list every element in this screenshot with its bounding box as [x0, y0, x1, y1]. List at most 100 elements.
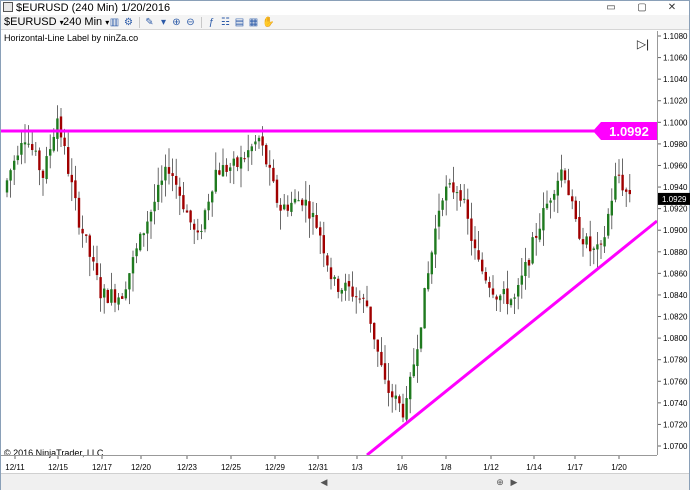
candle-body — [535, 235, 538, 238]
hand-cursor-icon[interactable]: ✋ — [262, 17, 274, 28]
title-bar: $EURUSD (240 Min) 1/20/2016 ▭ ▢ ✕ — [1, 1, 689, 15]
candle-body — [383, 363, 387, 380]
candle-body — [175, 175, 178, 185]
candle-body — [275, 179, 279, 203]
candle-body — [581, 239, 585, 245]
maximize-icon[interactable]: ▢ — [635, 2, 649, 13]
candle-body — [254, 141, 257, 145]
candle-body — [351, 286, 354, 297]
candle-body — [193, 223, 196, 230]
candle-body — [347, 281, 351, 287]
date-tick-label: 1/3 — [351, 463, 363, 472]
candle-body — [70, 174, 73, 183]
scroll-end-icon[interactable]: ▷| — [635, 37, 651, 51]
candle-body — [13, 160, 16, 170]
time-axis[interactable]: 12/11 12/15 12/17 12/20 12/23 12/25 12/29 12/31… — [1, 455, 657, 473]
candle-body — [232, 158, 235, 166]
price-tick-label: 1.0800 — [663, 334, 688, 343]
chart-trader-icon[interactable]: ▦ — [248, 17, 259, 28]
date-tick-label: 12/29 — [265, 463, 286, 472]
candle-body — [99, 277, 102, 299]
candle-body — [448, 183, 451, 185]
instrument-selector[interactable]: $EURUSD ▾ — [4, 16, 64, 29]
properties-icon[interactable]: ⚙ — [123, 17, 134, 28]
app-icon — [3, 2, 13, 12]
drawing-tools-icon[interactable]: ▾ — [158, 17, 169, 28]
data-box-icon[interactable]: ▤ — [234, 17, 245, 28]
pencil-icon[interactable]: ✎ — [144, 17, 155, 28]
candle-body — [27, 143, 30, 145]
candle-body — [283, 204, 286, 210]
candle-body — [459, 190, 462, 201]
candle-body — [236, 157, 239, 167]
chart-plot-area[interactable]: 1.0992 — [1, 31, 657, 455]
candle-body — [5, 180, 9, 193]
candle-body — [416, 349, 419, 367]
price-tick-label: 1.1080 — [663, 32, 688, 41]
candle-body — [596, 244, 599, 250]
candle-body — [329, 267, 333, 280]
candle-body — [272, 167, 275, 182]
candle-body — [77, 197, 81, 228]
price-tick-label: 1.0700 — [663, 442, 688, 451]
tab-list-icon[interactable]: ▶ — [509, 477, 519, 487]
candle-body — [369, 306, 372, 324]
candle-body — [614, 176, 617, 200]
candle-body — [344, 282, 347, 291]
add-tab-icon[interactable]: ⊕ — [495, 477, 505, 487]
price-tick-label: 1.0940 — [663, 183, 688, 192]
candle-body — [563, 170, 567, 180]
toolbar-separator — [201, 17, 202, 28]
candle-body — [164, 166, 167, 181]
candle-body — [495, 296, 498, 300]
candle-body — [110, 289, 113, 303]
candle-body — [308, 201, 311, 219]
candle-body — [452, 182, 455, 193]
minimize-icon[interactable]: ▭ — [604, 2, 618, 13]
candle-body — [92, 257, 95, 262]
strategies-icon[interactable]: ☷ — [220, 17, 231, 28]
candle-body — [139, 233, 142, 251]
candle-body — [412, 364, 415, 377]
candle-body — [628, 189, 631, 195]
candle-body — [20, 143, 23, 155]
close-icon[interactable]: ✕ — [665, 2, 679, 13]
candle-body — [401, 403, 405, 418]
candle-body — [182, 195, 185, 210]
candle-body — [247, 150, 250, 158]
price-axis-labels: 1.1080 1.1060 1.1040 1.1020 1.1000 1.0980 1.09… — [658, 32, 690, 451]
candle-body — [207, 201, 210, 211]
candlestick-chart[interactable]: 1.0992 — [1, 31, 657, 455]
candle-body — [319, 227, 322, 236]
candle-body — [157, 184, 160, 202]
candle-body — [95, 263, 99, 276]
tab-scroll-icon[interactable]: ◀ — [319, 477, 329, 487]
zoom-in-icon[interactable]: ⊕ — [171, 17, 182, 28]
candle-body — [502, 289, 505, 295]
price-axis[interactable]: 1.1080 1.1060 1.1040 1.1020 1.1000 1.0980 1.09… — [657, 31, 690, 455]
candle-body — [153, 201, 156, 212]
trend-line[interactable] — [366, 219, 657, 455]
indicators-icon[interactable]: ƒ — [206, 17, 217, 28]
interval-selector[interactable]: 240 Min ▾ — [63, 16, 109, 29]
zoom-out-icon[interactable]: ⊖ — [185, 17, 196, 28]
date-tick-label: 12/17 — [92, 463, 113, 472]
status-bar: ◀ ⊕ ▶ — [1, 473, 689, 490]
candle-body — [358, 298, 361, 300]
candle-body — [517, 284, 520, 297]
date-tick-label: 1/8 — [440, 463, 452, 472]
candle-body — [340, 289, 343, 294]
date-tick-label: 1/14 — [526, 463, 542, 472]
candle-body — [607, 213, 610, 236]
instrument-label: $EURUSD — [4, 16, 57, 28]
candle-body — [391, 391, 394, 398]
price-tick-label: 1.1020 — [663, 97, 688, 106]
bar-type-icon[interactable]: ▥ — [109, 17, 120, 28]
candle-body — [23, 142, 27, 145]
candle-body — [484, 271, 487, 281]
candle-body — [571, 196, 574, 202]
price-tick-label: 1.0880 — [663, 248, 688, 257]
date-tick-label: 12/11 — [5, 463, 25, 472]
candle-body — [279, 204, 282, 211]
candle-body — [103, 288, 106, 298]
